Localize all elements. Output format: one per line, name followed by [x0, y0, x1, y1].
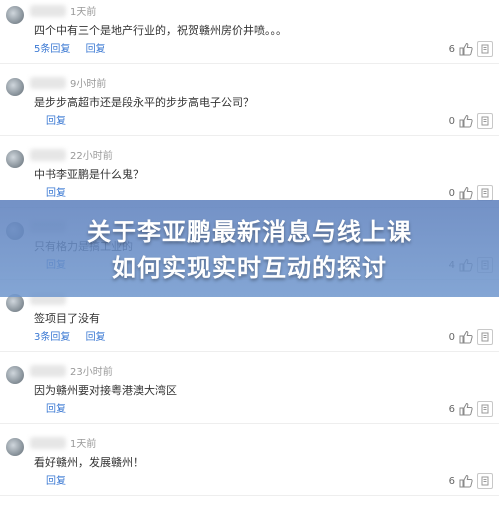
- view-replies-link[interactable]: 3条回复: [34, 332, 70, 343]
- comment-time: 22小时前: [70, 151, 113, 162]
- comment-text: 四个中有三个是地产行业的，祝贺赣州房价井喷。。。: [34, 24, 287, 37]
- comment-time: 1天前: [70, 439, 97, 450]
- more-icon[interactable]: [477, 41, 493, 57]
- comment-actions: 回复: [34, 472, 66, 487]
- comment-time: 9小时前: [70, 79, 107, 90]
- more-icon[interactable]: [477, 113, 493, 129]
- reply-link[interactable]: 回复: [46, 188, 66, 199]
- reply-link[interactable]: 回复: [86, 44, 106, 55]
- comment-item: 1天前 四个中有三个是地产行业的，祝贺赣州房价井喷。。。 5条回复 回复 6: [0, 0, 499, 70]
- like-count: 6: [448, 403, 455, 415]
- comment-item: 23小时前 因为赣州要对接粤港澳大湾区 回复 6: [0, 360, 499, 430]
- thumb-up-icon[interactable]: [459, 186, 473, 200]
- banner-title-line1: 关于李亚鹏最新消息与线上课: [87, 218, 412, 246]
- comment-actions: 回复: [34, 400, 66, 415]
- avatar[interactable]: [6, 6, 24, 24]
- avatar[interactable]: [6, 438, 24, 456]
- divider: [0, 351, 499, 352]
- thumb-up-icon[interactable]: [459, 330, 473, 344]
- comment-right-controls: 0: [449, 185, 493, 201]
- comment-right-controls: 0: [449, 113, 493, 129]
- thumb-up-icon[interactable]: [459, 402, 473, 416]
- username-blurred: [30, 149, 66, 161]
- comment-right-controls: 6: [449, 401, 493, 417]
- like-count: 6: [448, 475, 455, 487]
- username-blurred: [30, 365, 66, 377]
- comment-actions: 5条回复 回复: [34, 40, 106, 55]
- like-count: 0: [448, 187, 455, 199]
- comment-item: 1天前 看好赣州，发展赣州！ 回复 6: [0, 432, 499, 502]
- reply-link[interactable]: 回复: [86, 332, 106, 343]
- comment-actions: 回复: [34, 112, 66, 127]
- reply-link[interactable]: 回复: [46, 476, 66, 487]
- thumb-up-icon[interactable]: [459, 474, 473, 488]
- more-icon[interactable]: [477, 329, 493, 345]
- username-blurred: [30, 437, 66, 449]
- divider: [0, 135, 499, 136]
- comment-time: 1天前: [70, 7, 97, 18]
- comment-text: 看好赣州，发展赣州！: [34, 456, 144, 469]
- divider: [0, 63, 499, 64]
- avatar[interactable]: [6, 150, 24, 168]
- view-replies-link[interactable]: 5条回复: [34, 44, 70, 55]
- avatar[interactable]: [6, 78, 24, 96]
- divider: [0, 423, 499, 424]
- thumb-up-icon[interactable]: [459, 114, 473, 128]
- username-blurred: [30, 5, 66, 17]
- like-count: 0: [448, 115, 455, 127]
- comment-right-controls: 6: [449, 473, 493, 489]
- reply-link[interactable]: 回复: [46, 116, 66, 127]
- like-count: 6: [448, 43, 455, 55]
- avatar[interactable]: [6, 366, 24, 384]
- username-blurred: [30, 77, 66, 89]
- more-icon[interactable]: [477, 473, 493, 489]
- comment-text: 签项目了没有: [34, 312, 100, 325]
- comment-right-controls: 6: [449, 41, 493, 57]
- reply-link[interactable]: 回复: [46, 404, 66, 415]
- divider: [0, 495, 499, 496]
- comment-time: 23小时前: [70, 367, 113, 378]
- thumb-up-icon[interactable]: [459, 42, 473, 56]
- title-banner: 关于李亚鹏最新消息与线上课 如何实现实时互动的探讨: [0, 200, 499, 297]
- comment-right-controls: 0: [449, 329, 493, 345]
- comment-text: 是步步高超市还是段永平的步步高电子公司？: [34, 96, 254, 109]
- comment-item: 9小时前 是步步高超市还是段永平的步步高电子公司？ 回复 0: [0, 72, 499, 142]
- comment-item: 签项目了没有 3条回复 回复 0: [0, 288, 499, 358]
- more-icon[interactable]: [477, 185, 493, 201]
- comment-text: 中书李亚鹏是什么鬼？: [34, 168, 144, 181]
- like-count: 0: [448, 331, 455, 343]
- comment-text: 因为赣州要对接粤港澳大湾区: [34, 384, 177, 397]
- comment-actions: 3条回复 回复: [34, 328, 106, 343]
- comment-actions: 回复: [34, 184, 66, 199]
- more-icon[interactable]: [477, 401, 493, 417]
- banner-title-line2: 如何实现实时互动的探讨: [112, 254, 387, 282]
